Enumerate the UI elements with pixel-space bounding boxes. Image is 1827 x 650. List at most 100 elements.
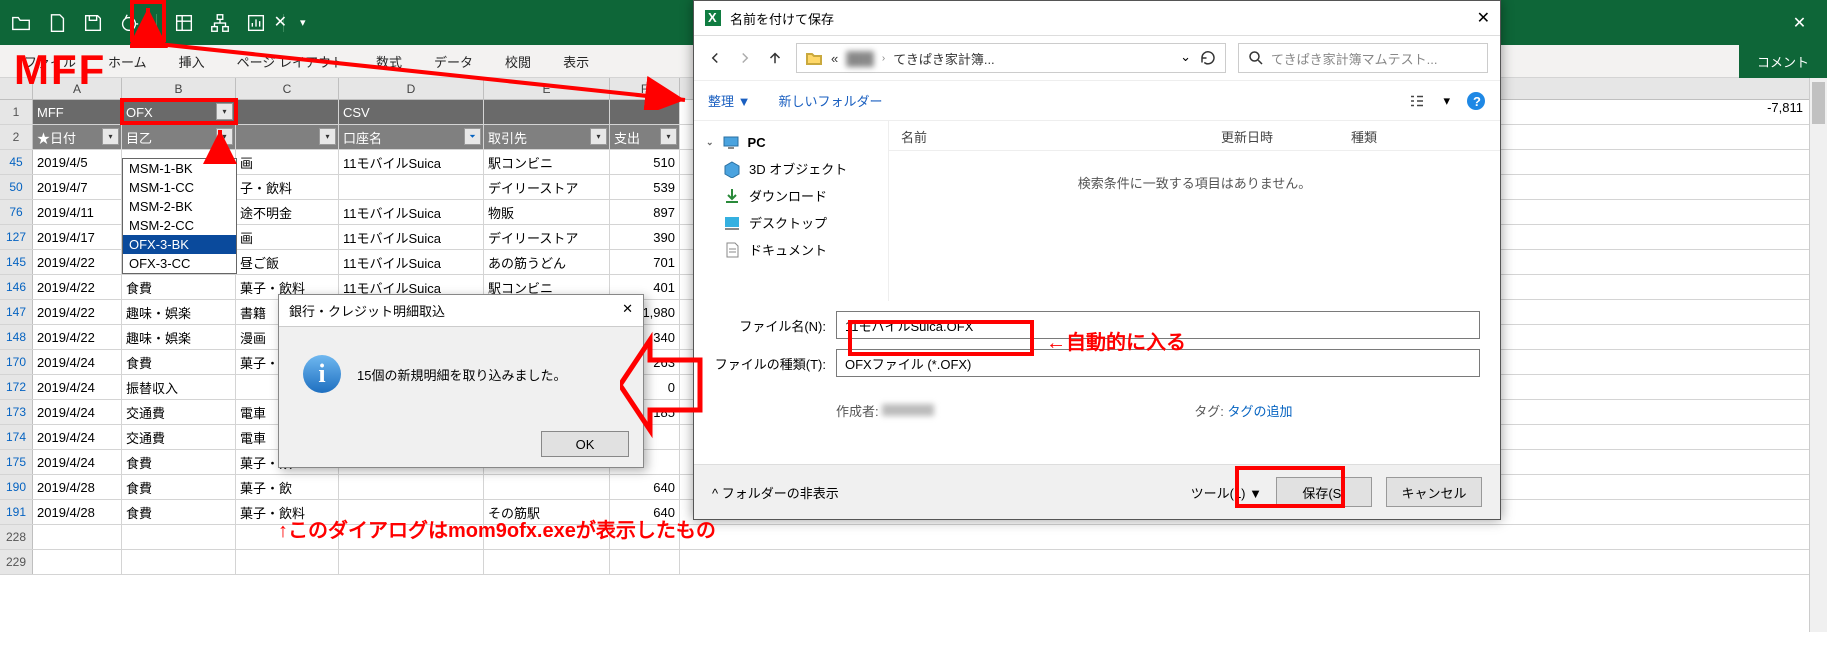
row-header[interactable]: 190 — [0, 475, 33, 499]
cell[interactable]: 640 — [610, 475, 680, 499]
cell[interactable] — [484, 475, 610, 499]
cell[interactable]: 目乙▾ — [122, 125, 236, 149]
cell[interactable]: 昼ご飯 — [236, 250, 339, 274]
cell[interactable]: 701 — [610, 250, 680, 274]
cell[interactable]: 駅コンビニ — [484, 150, 610, 174]
cell[interactable]: 2019/4/22 — [33, 325, 122, 349]
cell[interactable]: デイリーストア — [484, 175, 610, 199]
organize-menu[interactable]: 整理 ▼ — [708, 91, 750, 110]
cell[interactable] — [484, 100, 610, 124]
hierarchy-icon[interactable] — [209, 12, 231, 34]
view-icon[interactable] — [1407, 92, 1427, 110]
cell[interactable]: 2019/4/24 — [33, 400, 122, 424]
dropdown-item[interactable]: MSM-1-CC — [123, 178, 236, 197]
cell[interactable]: 2019/4/7 — [33, 175, 122, 199]
dropdown-item[interactable]: MSM-2-BK — [123, 197, 236, 216]
dropdown-item[interactable]: OFX-3-CC — [123, 254, 236, 273]
col-header-a[interactable]: A — [33, 78, 122, 99]
cell[interactable]: 振替収入 — [122, 375, 236, 399]
nav-back-icon[interactable] — [706, 49, 724, 67]
filter-icon[interactable]: ▾ — [660, 128, 677, 145]
cell[interactable]: 食費 — [122, 475, 236, 499]
cell[interactable]: 510 — [610, 150, 680, 174]
add-tag-link[interactable]: タグの追加 — [1228, 404, 1293, 419]
cell[interactable]: ▾ — [236, 125, 339, 149]
vertical-scrollbar[interactable] — [1809, 78, 1827, 632]
tab-insert[interactable]: 挿入 — [165, 45, 219, 78]
cell[interactable]: 2019/4/17 — [33, 225, 122, 249]
cell[interactable]: 390 — [610, 225, 680, 249]
filter-icon[interactable]: ▾ — [319, 128, 336, 145]
filename-input[interactable] — [836, 311, 1480, 339]
folder-tree[interactable]: ⌄ PC 3D オブジェクト ダウンロード デスクトップ ドキュメント — [694, 121, 889, 301]
cell[interactable]: 菓子・飲 — [236, 475, 339, 499]
cell[interactable]: ★日付▾ — [33, 125, 122, 149]
cell[interactable]: 物販 — [484, 200, 610, 224]
tab-file[interactable]: ファイル — [10, 45, 90, 78]
search-input[interactable]: てきぱき家計簿マムテスト... — [1238, 43, 1488, 73]
tree-item[interactable]: ドキュメント — [694, 236, 888, 263]
cell[interactable]: 2019/4/24 — [33, 375, 122, 399]
cell[interactable] — [484, 550, 610, 574]
filetype-select[interactable] — [836, 349, 1480, 377]
dropdown-item[interactable]: MSM-1-BK — [123, 159, 236, 178]
cell[interactable]: 11モバイルSuica — [339, 225, 484, 249]
ok-button[interactable]: OK — [541, 431, 629, 457]
cell[interactable]: 2019/4/28 — [33, 475, 122, 499]
row-header[interactable]: 175 — [0, 450, 33, 474]
cell[interactable] — [33, 525, 122, 549]
save-button[interactable]: 保存(S) — [1276, 477, 1372, 507]
cell[interactable]: 食費 — [122, 275, 236, 299]
cell[interactable]: 2019/4/5 — [33, 150, 122, 174]
row-header[interactable]: 170 — [0, 350, 33, 374]
cell[interactable]: 交通費 — [122, 425, 236, 449]
tab-review[interactable]: 校閲 — [491, 45, 545, 78]
cell[interactable] — [122, 550, 236, 574]
cell[interactable]: デイリーストア — [484, 225, 610, 249]
row-header[interactable]: 147 — [0, 300, 33, 324]
dropdown-item[interactable]: MSM-2-CC — [123, 216, 236, 235]
row-header[interactable]: 2 — [0, 125, 33, 149]
filter-icon[interactable]: ▾ — [216, 128, 233, 145]
row-header[interactable]: 174 — [0, 425, 33, 449]
cell[interactable] — [339, 525, 484, 549]
close-icon[interactable]: ✕ — [1477, 8, 1490, 28]
cell[interactable]: 趣味・娯楽 — [122, 325, 236, 349]
cell[interactable]: CSV — [339, 100, 484, 124]
select-all-corner[interactable] — [0, 78, 33, 99]
cell[interactable]: 途不明金 — [236, 200, 339, 224]
cell[interactable]: 11モバイルSuica — [339, 150, 484, 174]
cell[interactable] — [610, 550, 680, 574]
row-header[interactable]: 45 — [0, 150, 33, 174]
cell[interactable]: 口座名⏷ — [339, 125, 484, 149]
cell[interactable] — [33, 550, 122, 574]
cell[interactable]: 2019/4/22 — [33, 300, 122, 324]
chevron-down-icon[interactable]: ⌄ — [1180, 49, 1191, 67]
cell[interactable] — [236, 525, 339, 549]
cell[interactable]: 交通費 — [122, 400, 236, 424]
col-header-b[interactable]: B — [122, 78, 236, 99]
cell[interactable]: 食費 — [122, 450, 236, 474]
row-header[interactable]: 148 — [0, 325, 33, 349]
filter-active-icon[interactable]: ⏷ — [464, 128, 481, 145]
window-close-button[interactable]: ✕ — [274, 12, 287, 32]
tree-item[interactable]: 3D オブジェクト — [694, 155, 888, 182]
cell[interactable]: 11モバイルSuica — [339, 250, 484, 274]
newfolder-button[interactable]: 新しいフォルダー — [778, 91, 882, 110]
cancel-button[interactable]: キャンセル — [1386, 477, 1482, 507]
cell[interactable]: 2019/4/22 — [33, 275, 122, 299]
cell[interactable]: 画 — [236, 225, 339, 249]
open-icon[interactable] — [10, 12, 32, 34]
cell[interactable]: MFF — [33, 100, 122, 124]
nav-forward-icon[interactable] — [736, 49, 754, 67]
cell[interactable]: あの筋うどん — [484, 250, 610, 274]
cell[interactable]: 菓子・飲料 — [236, 500, 339, 524]
row-header[interactable]: 50 — [0, 175, 33, 199]
row-header[interactable]: 146 — [0, 275, 33, 299]
row-header[interactable]: 127 — [0, 225, 33, 249]
filter-icon[interactable]: ▾ — [590, 128, 607, 145]
cell[interactable] — [339, 175, 484, 199]
row-header[interactable]: 173 — [0, 400, 33, 424]
cell[interactable] — [236, 550, 339, 574]
tools-menu[interactable]: ツール(L) ▼ — [1191, 483, 1262, 502]
